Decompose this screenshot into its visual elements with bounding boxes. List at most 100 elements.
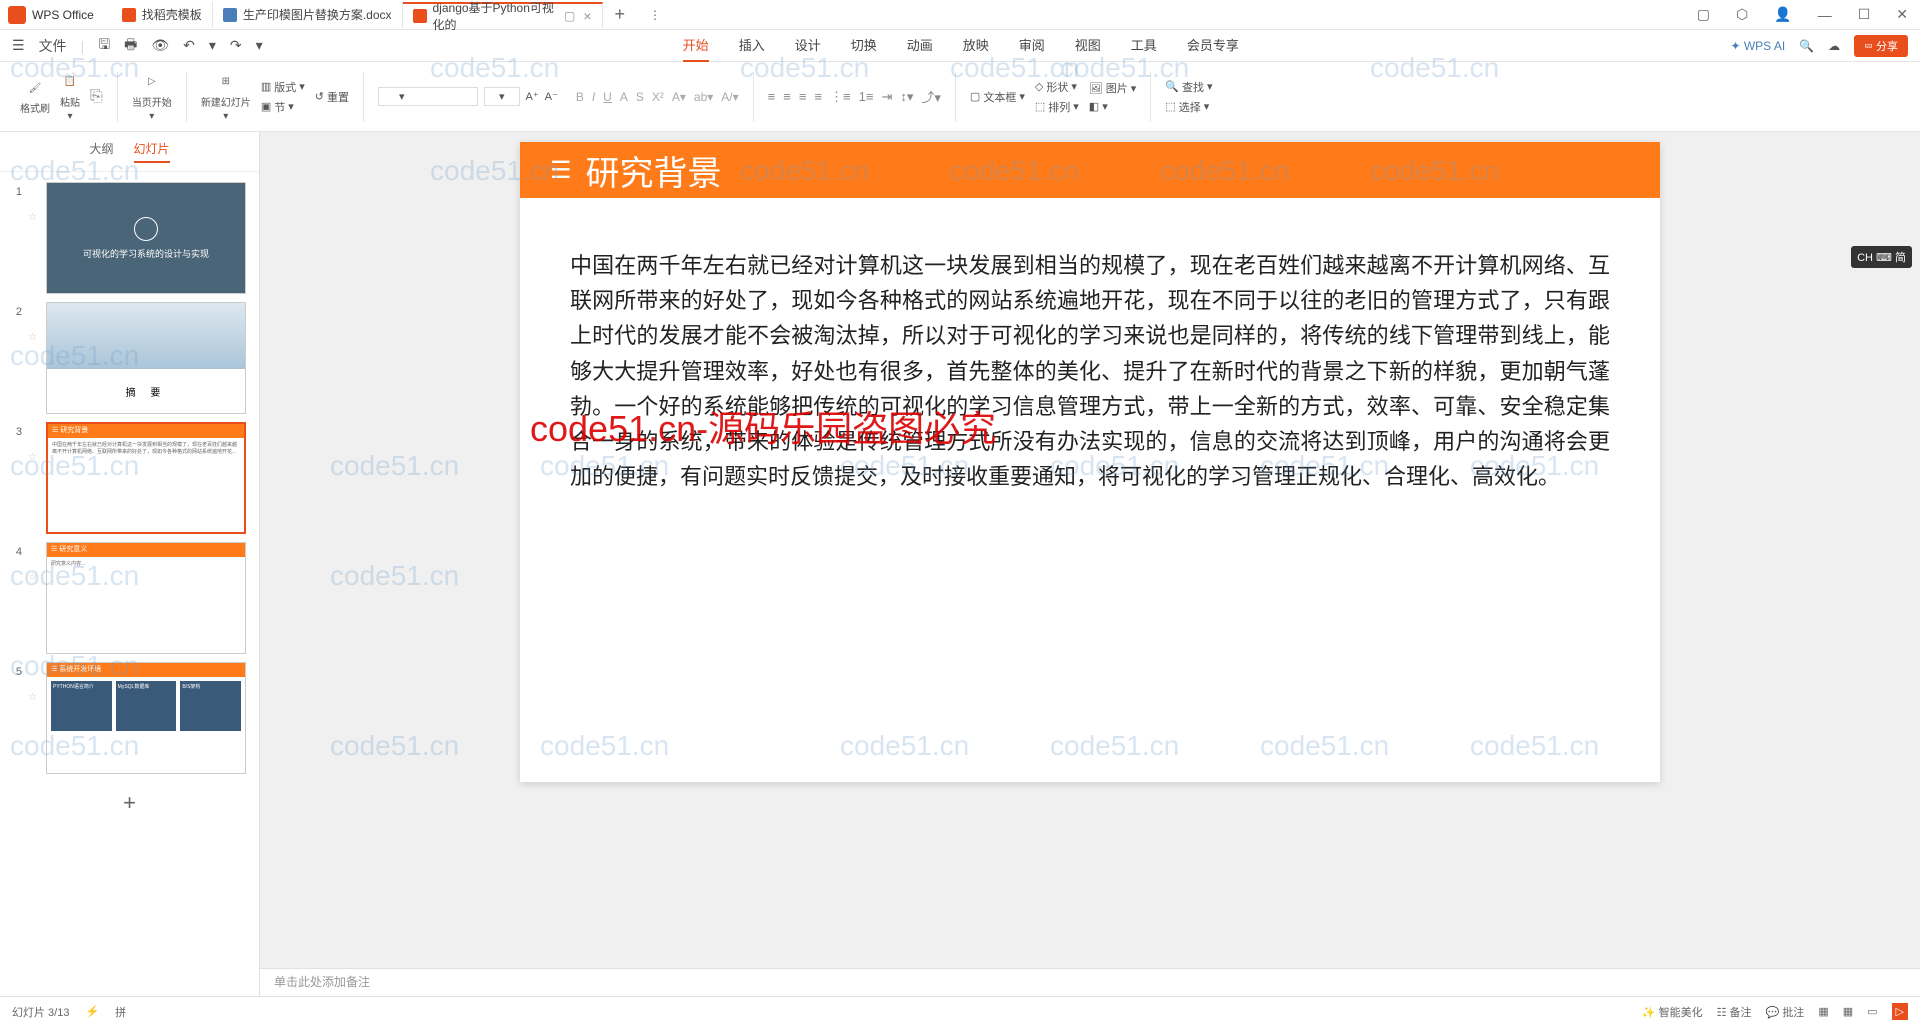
picture-button[interactable]: 🖼 图片 ▾ (1089, 80, 1137, 96)
highlight-icon[interactable]: ab▾ (694, 90, 713, 104)
thumbnail-4[interactable]: ☰ 研究意义 研究意义内容... (46, 542, 246, 654)
tab-vip[interactable]: 会员专享 (1187, 29, 1239, 62)
new-tab-button[interactable]: + (603, 4, 638, 25)
thumbnail-5[interactable]: ☰ 系统开发环境 PYTHON语言简介 MySQL数据库 B/S架构 (46, 662, 246, 774)
redo-icon[interactable]: ↷ (230, 37, 242, 54)
decrease-font-icon[interactable]: A⁻ (545, 90, 558, 103)
tab-transition[interactable]: 切换 (851, 29, 877, 62)
tab-home[interactable]: 开始 (683, 29, 709, 62)
reading-view-icon[interactable]: ▭ (1867, 1005, 1877, 1018)
from-current-button[interactable]: ▷当页开始 ▾ (132, 72, 172, 122)
line-spacing-icon[interactable]: ↕▾ (900, 89, 913, 105)
strike-icon[interactable]: A (620, 90, 628, 104)
thumbnail-3[interactable]: ☰ 研究背景 中国在两千年左右就已经对计算机这一块发展到相当的规模了，现在老百姓… (46, 422, 246, 534)
tab-slideshow[interactable]: 放映 (963, 29, 989, 62)
align-right-icon[interactable]: ≡ (799, 89, 807, 104)
undo-dropdown-icon[interactable]: ▾ (209, 37, 216, 54)
numbering-icon[interactable]: 1≡ (859, 89, 874, 104)
slide-body[interactable]: 中国在两千年左右就已经对计算机这一块发展到相当的规模了，现在老百姓们越来越离不开… (520, 198, 1660, 544)
close-icon[interactable]: ✕ (1892, 6, 1912, 23)
redo-dropdown-icon[interactable]: ▾ (256, 37, 263, 54)
slide[interactable]: ☰ 研究背景 中国在两千年左右就已经对计算机这一块发展到相当的规模了，现在老百姓… (520, 142, 1660, 782)
minimize-icon[interactable]: — (1814, 7, 1836, 23)
save-icon[interactable]: 🖫 (98, 34, 110, 58)
arrange-button[interactable]: ⬚ 排列 ▾ (1035, 99, 1079, 115)
notes-area[interactable]: 单击此处添加备注 (260, 968, 1920, 996)
print-icon[interactable]: 🖶 (124, 34, 137, 58)
share-button[interactable]: ⮹ 分享 (1854, 35, 1908, 57)
italic-icon[interactable]: I (592, 90, 595, 104)
align-center-icon[interactable]: ≡ (783, 89, 791, 104)
indent-icon[interactable]: ⇥ (881, 89, 892, 105)
print-preview-icon[interactable]: 👁 (151, 37, 169, 54)
tab-review[interactable]: 审阅 (1019, 29, 1045, 62)
new-slide-button[interactable]: ⊞新建幻灯片 ▾ (201, 72, 251, 122)
normal-view-icon[interactable]: ▦ (1818, 1005, 1828, 1018)
spellcheck-icon[interactable]: ⚡ (85, 1005, 99, 1018)
tab-presentation[interactable]: django基于Python可视化的 ▢ × (403, 2, 603, 28)
increase-font-icon[interactable]: A⁺ (526, 90, 539, 103)
window-layout-icon[interactable]: ▢ (1693, 6, 1714, 23)
slideshow-view-icon[interactable]: ▷ (1892, 1003, 1908, 1020)
align-left-icon[interactable]: ≡ (768, 89, 776, 104)
search-icon[interactable]: 🔍 (1799, 39, 1814, 53)
tab-menu-button[interactable]: ⋮ (637, 8, 673, 22)
tab-tools[interactable]: 工具 (1131, 29, 1157, 62)
smart-beautify-button[interactable]: ✨ 智能美化 (1642, 1004, 1703, 1020)
tab-template[interactable]: 找稻壳模板 (112, 2, 213, 28)
shape-button[interactable]: ◇ 形状 ▾ (1035, 79, 1079, 95)
language-icon[interactable]: 拼 (115, 1004, 126, 1020)
outline-tab[interactable]: 大纲 (89, 140, 113, 163)
fill-icon[interactable]: ◧ ▾ (1089, 100, 1137, 113)
menu-icon[interactable]: ☰ (12, 37, 25, 54)
tab-view[interactable]: 视图 (1075, 29, 1101, 62)
underline-icon[interactable]: U (603, 90, 612, 104)
tab-docx[interactable]: 生产印模图片替换方案.docx (213, 2, 403, 28)
text-direction-icon[interactable]: ⤴▾ (921, 87, 941, 106)
layout-button[interactable]: ▥ 版式 ▾ (261, 79, 305, 95)
slides-tab[interactable]: 幻灯片 (134, 140, 170, 163)
star-icon[interactable]: ☆ (28, 662, 40, 703)
clear-format-icon[interactable]: A/▾ (721, 90, 738, 104)
paste-button[interactable]: 📋粘贴 ▾ (60, 72, 80, 122)
find-button[interactable]: 🔍 查找 ▾ (1165, 79, 1212, 95)
copy-icon[interactable]: ⎘ (90, 88, 103, 106)
wps-ai-button[interactable]: ✦ WPS AI (1730, 39, 1785, 53)
tab-animation[interactable]: 动画 (907, 29, 933, 62)
user-icon[interactable]: 👤 (1770, 6, 1795, 23)
star-icon[interactable]: ☆ (28, 422, 40, 463)
star-icon[interactable]: ☆ (28, 302, 40, 343)
file-menu[interactable]: 文件 (39, 36, 67, 56)
maximize-icon[interactable]: ☐ (1854, 6, 1875, 23)
star-icon[interactable]: ☆ (28, 542, 40, 583)
align-justify-icon[interactable]: ≡ (814, 89, 822, 104)
canvas-wrap[interactable]: ☰ 研究背景 中国在两千年左右就已经对计算机这一块发展到相当的规模了，现在老百姓… (260, 132, 1920, 968)
close-icon[interactable]: × (583, 8, 591, 24)
cube-icon[interactable]: ⬡ (1732, 6, 1752, 23)
tab-design[interactable]: 设计 (795, 29, 821, 62)
comments-button[interactable]: 💬 批注 (1766, 1004, 1805, 1020)
add-slide-button[interactable]: + (0, 778, 259, 828)
textbox-button[interactable]: ▢ 文本框 ▾ (970, 89, 1025, 105)
section-button[interactable]: ▣ 节 ▾ (261, 99, 305, 115)
sorter-view-icon[interactable]: ▦ (1843, 1005, 1853, 1018)
superscript-icon[interactable]: X² (652, 90, 664, 104)
strikethrough-icon[interactable]: S (636, 90, 644, 104)
star-icon[interactable]: ☆ (28, 182, 40, 223)
undo-icon[interactable]: ↶ (183, 37, 195, 54)
reset-button[interactable]: ↺ 重置 (315, 89, 349, 105)
slide-title[interactable]: 研究背景 (586, 146, 722, 195)
bullets-icon[interactable]: ⋮≡ (830, 89, 851, 105)
notes-button[interactable]: ☷ 备注 (1717, 1004, 1752, 1020)
tab-insert[interactable]: 插入 (739, 29, 765, 62)
ime-badge[interactable]: CH ⌨ 简 (1851, 246, 1912, 268)
format-painter-button[interactable]: 🖌格式刷 (20, 78, 50, 115)
thumbnail-1[interactable]: 可视化的学习系统的设计与实现 (46, 182, 246, 294)
font-color-icon[interactable]: A▾ (672, 90, 686, 104)
select-button[interactable]: ⬚ 选择 ▾ (1165, 99, 1212, 115)
font-family-select[interactable]: ▾ (378, 87, 478, 106)
font-size-select[interactable]: ▾ (484, 87, 520, 106)
bold-icon[interactable]: B (576, 90, 584, 104)
cloud-icon[interactable]: ☁ (1828, 39, 1840, 53)
thumbnail-2[interactable]: 摘 要 (46, 302, 246, 414)
